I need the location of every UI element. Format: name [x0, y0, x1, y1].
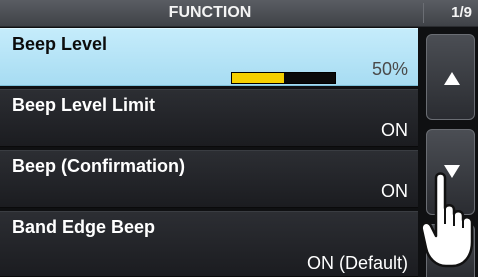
menu-item-beep-confirmation[interactable]: Beep (Confirmation) ON — [0, 150, 418, 208]
menu-item-label: Beep Level Limit — [12, 95, 156, 115]
menu-item-label: Beep (Confirmation) — [12, 156, 185, 176]
return-arrow-icon: ↵ — [443, 247, 462, 272]
menu-item-value: ON (Default) — [306, 253, 408, 273]
page-indicator: 1/9 — [451, 4, 472, 21]
beep-level-fill — [232, 73, 284, 83]
menu-item-value: 50% — [371, 59, 408, 79]
menu-list: Beep Level 50% Beep Level Limit ON Beep … — [0, 28, 418, 277]
menu-item-label: Band Edge Beep — [12, 217, 156, 237]
menu-item-value: ON — [381, 120, 408, 140]
function-menu-screen: FUNCTION 1/9 Beep Level 50% Beep Level L… — [0, 0, 478, 277]
menu-item-label: Beep Level — [12, 34, 108, 54]
beep-level-bar — [231, 72, 336, 84]
title-divider — [423, 3, 424, 23]
triangle-down-icon — [444, 165, 460, 178]
back-button[interactable]: ↵ — [426, 224, 475, 277]
menu-item-beep-level[interactable]: Beep Level 50% — [0, 28, 418, 86]
menu-item-band-edge-beep[interactable]: Band Edge Beep ON (Default) — [0, 211, 418, 277]
title-bar: FUNCTION 1/9 — [0, 0, 478, 27]
menu-item-value: ON — [381, 181, 408, 201]
page-title: FUNCTION — [168, 4, 252, 21]
scroll-up-button[interactable] — [426, 34, 475, 120]
triangle-up-icon — [444, 72, 460, 85]
scroll-down-button[interactable] — [426, 129, 475, 215]
menu-item-beep-level-limit[interactable]: Beep Level Limit ON — [0, 89, 418, 147]
